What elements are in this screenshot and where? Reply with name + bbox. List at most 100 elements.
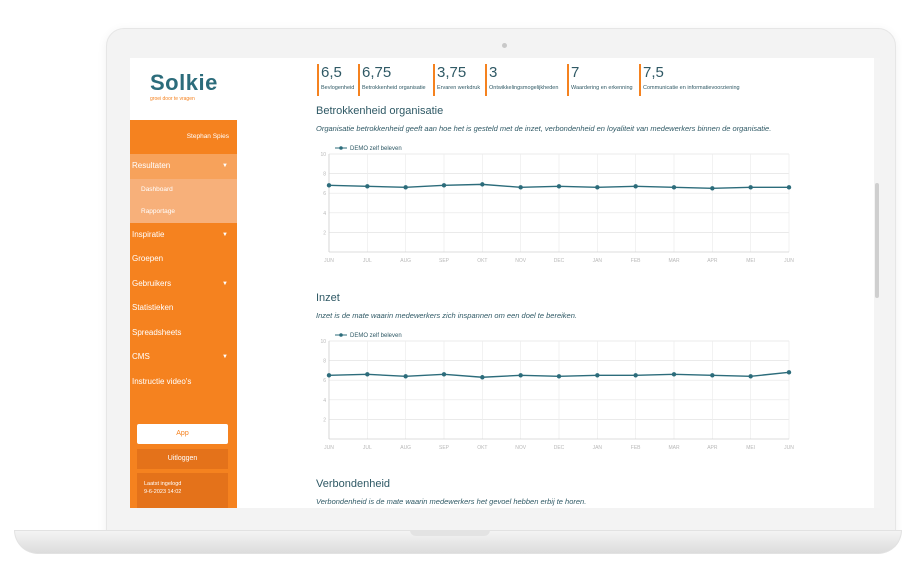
data-point — [441, 372, 447, 377]
score-label: Ervaren werkdruk — [437, 85, 481, 91]
data-point — [710, 186, 715, 191]
x-tick-label: MEI — [746, 445, 755, 451]
last-login-value: 9-6-2023 14:02 — [144, 489, 182, 495]
x-tick-label: APR — [707, 258, 718, 264]
score-value: 3 — [489, 64, 498, 81]
sidebar-item-rapportage[interactable]: Rapportage — [130, 200, 237, 223]
user-name[interactable]: Stephan Spies — [187, 133, 229, 140]
data-point — [441, 183, 447, 188]
x-tick-label: DEC — [554, 445, 565, 451]
score-value: 3,75 — [437, 64, 467, 81]
y-tick-label: 6 — [323, 378, 326, 384]
score-card: 3 Ontwikkelingsmogelijkheden — [485, 64, 558, 96]
data-point — [786, 185, 792, 190]
line-chart: 2 4 6 8 10 JUN JUL AUG SEP OKT NOV DEC JAN FEB MAR APR M… — [315, 142, 795, 272]
last-login-info: Laatst ingelogd 9-6-2023 14:02 — [137, 473, 228, 508]
data-point — [403, 374, 408, 379]
sidebar-item-label: Gebruikers — [132, 278, 172, 288]
sidebar-item-label: Spreadsheets — [132, 327, 182, 337]
x-tick-label: MEI — [746, 258, 755, 264]
main-content: 6,5 Bevlogenheid 6,75 Betrokkenheid orga… — [237, 58, 880, 508]
x-tick-label: OKT — [477, 445, 487, 451]
sidebar-item-gebruikers[interactable]: Gebruikers ▼ — [130, 272, 237, 297]
logo-tagline: groei door te vragen — [150, 96, 195, 102]
sidebar-item-inspiratie[interactable]: Inspiratie ▼ — [130, 223, 237, 248]
data-point — [326, 183, 332, 188]
data-point — [671, 185, 677, 190]
score-label: Bevlogenheid — [321, 85, 355, 91]
logout-button[interactable]: Uitloggen — [137, 449, 228, 469]
scrollbar[interactable] — [874, 58, 880, 508]
line-chart: 2 4 6 8 10 JUN JUL AUG SEP OKT NOV DEC JAN FEB MAR APR M… — [315, 329, 795, 459]
legend-label: DEMO zelf beleven — [350, 146, 402, 152]
legend-marker — [339, 333, 343, 337]
caret-down-icon: ▼ — [222, 280, 228, 287]
y-tick-label: 8 — [323, 172, 326, 178]
score-card: 7,5 Communicatie en informatievoorzienin… — [639, 64, 740, 96]
y-tick-label: 2 — [323, 417, 326, 423]
sidebar-item-dashboard[interactable]: Dashboard — [130, 178, 237, 201]
x-tick-label: OKT — [477, 258, 487, 264]
laptop-notch — [410, 530, 490, 536]
data-point — [518, 373, 523, 378]
score-card: 6,75 Betrokkenheid organisatie — [358, 64, 426, 96]
score-label: Betrokkenheid organisatie — [362, 85, 426, 91]
camera-dot — [502, 43, 507, 48]
sidebar-item-cms[interactable]: CMS ▼ — [130, 345, 237, 370]
y-tick-label: 6 — [323, 191, 326, 197]
score-value: 7 — [571, 64, 580, 81]
sidebar-item-label: CMS — [132, 352, 150, 361]
y-tick-label: 10 — [320, 339, 326, 345]
scrollbar-thumb[interactable] — [875, 183, 879, 298]
score-card: 7 Waardering en erkenning — [567, 64, 633, 96]
score-card: 3,75 Ervaren werkdruk — [433, 64, 480, 96]
sidebar-item-statistieken[interactable]: Statistieken — [130, 296, 237, 321]
x-tick-label: AUG — [400, 258, 411, 264]
x-tick-label: MAR — [668, 258, 680, 264]
x-tick-label: JUN — [784, 445, 794, 451]
data-point — [556, 184, 562, 189]
section-description: Organisatie betrokkenheid geeft aan hoe … — [316, 124, 772, 133]
data-point — [556, 374, 562, 379]
section-description: Inzet is de mate waarin medewerkers zich… — [316, 311, 577, 320]
sidebar-nav: Resultaten ▼ Dashboard Rapportage Inspir… — [130, 154, 237, 394]
caret-down-icon: ▼ — [222, 163, 228, 169]
data-point — [365, 372, 370, 377]
y-tick-label: 4 — [323, 398, 326, 404]
sidebar-item-label: Resultaten — [132, 161, 171, 170]
sidebar-item-groepen[interactable]: Groepen — [130, 247, 237, 272]
score-label: Waardering en erkenning — [571, 85, 633, 91]
legend-label: DEMO zelf beleven — [350, 333, 402, 339]
caret-down-icon: ▼ — [222, 354, 228, 360]
data-point — [326, 373, 332, 378]
logo[interactable]: Solkie groei door te vragen — [130, 58, 237, 120]
data-point — [595, 185, 600, 190]
x-tick-label: APR — [707, 445, 718, 451]
last-login-label: Laatst ingelogd — [144, 481, 182, 487]
app-button[interactable]: App — [137, 424, 228, 444]
screen: Solkie groei door te vragen Stephan Spie… — [130, 58, 880, 508]
sidebar-item-label: Statistieken — [132, 303, 174, 312]
x-tick-label: MAR — [668, 445, 680, 451]
sidebar-item-label: Inspiratie — [132, 229, 165, 239]
sidebar-item-label: Instructie video's — [132, 376, 192, 386]
sidebar-item-label: Groepen — [132, 254, 164, 263]
data-point — [518, 185, 523, 190]
section-title: Inzet — [316, 292, 340, 304]
x-tick-label: JAN — [593, 445, 603, 451]
x-tick-label: NOV — [515, 258, 527, 264]
section-title: Verbondenheid — [316, 478, 391, 490]
x-tick-label: NOV — [515, 445, 527, 451]
x-tick-label: AUG — [400, 445, 411, 451]
data-point — [365, 184, 370, 189]
sidebar-item-spreadsheets[interactable]: Spreadsheets — [130, 321, 237, 346]
score-label: Ontwikkelingsmogelijkheden — [489, 85, 559, 91]
chart-svg: 2 4 6 8 10 JUN JUL AUG SEP OKT NOV DEC JAN FEB MAR APR M… — [320, 333, 794, 451]
x-tick-label: JUL — [363, 258, 372, 264]
score-label: Communicatie en informatievoorziening — [643, 85, 740, 91]
data-point — [403, 185, 408, 190]
section-title: Betrokkenheid organisatie — [316, 105, 444, 117]
sidebar-item-resultaten[interactable]: Resultaten ▼ — [130, 154, 237, 179]
data-point — [633, 184, 638, 189]
sidebar-item-instructie-videos[interactable]: Instructie video's — [130, 370, 237, 395]
